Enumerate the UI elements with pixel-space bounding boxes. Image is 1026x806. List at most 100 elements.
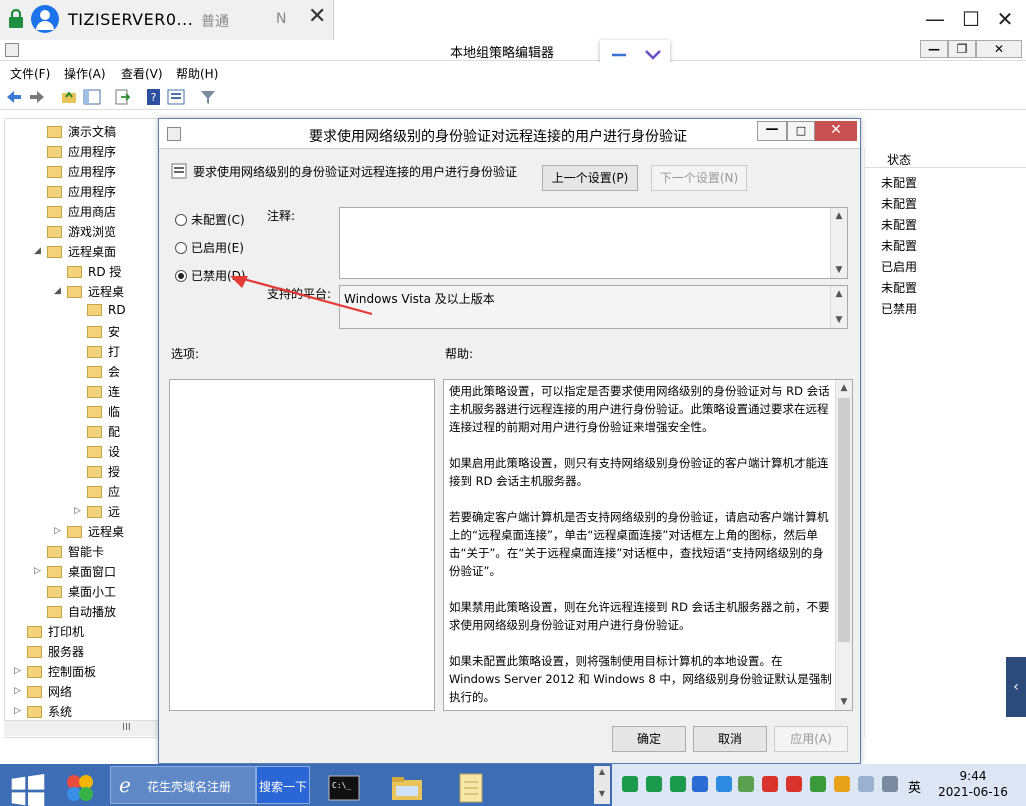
- menu-view[interactable]: 查看(V): [121, 65, 163, 82]
- up-folder-icon[interactable]: [60, 88, 78, 106]
- scroll-up-icon[interactable]: ▲: [831, 208, 847, 224]
- scroll-down-icon[interactable]: ▼: [836, 694, 852, 710]
- collapsed-arrow-icon[interactable]: ▷: [54, 526, 61, 536]
- tree-node[interactable]: ◢ 远程桌面: [34, 243, 116, 263]
- status-cell[interactable]: 已禁用: [881, 300, 917, 317]
- tray-shield-icon[interactable]: [810, 776, 826, 792]
- gpedit-minimize-button[interactable]: —: [920, 40, 948, 58]
- tree-node[interactable]: 临: [87, 403, 120, 423]
- input-language[interactable]: 英: [908, 777, 921, 796]
- radio-not-configured-dot[interactable]: [175, 214, 187, 226]
- help-scroll-thumb[interactable]: [838, 398, 850, 642]
- close-window-button[interactable]: ✕: [990, 6, 1020, 32]
- status-cell[interactable]: 未配置: [881, 279, 917, 296]
- tree-node[interactable]: ▷ 远: [74, 503, 120, 523]
- minimize-window-button[interactable]: —: [920, 6, 950, 32]
- filter-icon[interactable]: [199, 88, 217, 106]
- tree-node[interactable]: 授: [87, 463, 120, 483]
- tree-node[interactable]: 应: [87, 483, 120, 503]
- maximize-window-button[interactable]: ☐: [956, 6, 986, 32]
- forward-arrow-icon[interactable]: [28, 88, 46, 106]
- tree-node[interactable]: ▷ 控制面板: [14, 663, 96, 683]
- scroll-down-icon[interactable]: ▼: [831, 312, 847, 328]
- tree-node[interactable]: 打印机: [27, 623, 84, 643]
- tree-node[interactable]: 应用程序: [47, 143, 116, 163]
- status-cell[interactable]: 未配置: [881, 195, 917, 212]
- tree-node[interactable]: 应用程序: [47, 163, 116, 183]
- tree-node[interactable]: 应用商店: [47, 203, 116, 223]
- status-column-header[interactable]: 状态: [887, 151, 911, 168]
- tray-app-icon[interactable]: [738, 776, 754, 792]
- scroll-up-icon[interactable]: ▲: [831, 286, 847, 302]
- tray-sync-icon[interactable]: [716, 776, 732, 792]
- taskbar-scroll-up-icon[interactable]: ▲: [594, 766, 610, 778]
- collapsed-arrow-icon[interactable]: ▷: [14, 686, 21, 696]
- dialog-close-button[interactable]: ✕: [815, 121, 857, 141]
- tray-security-icon[interactable]: [692, 776, 708, 792]
- terminal-icon[interactable]: C:\_: [328, 770, 360, 806]
- status-cell[interactable]: 未配置: [881, 174, 917, 191]
- collapsed-arrow-icon[interactable]: ▷: [14, 706, 21, 716]
- tray-network-icon-3[interactable]: [670, 776, 686, 792]
- tree-node[interactable]: ▷ 桌面窗口: [34, 563, 116, 583]
- tray-mute-icon[interactable]: [786, 776, 802, 792]
- tree-node[interactable]: 演示文稿: [47, 123, 116, 143]
- collapsed-arrow-icon[interactable]: ▷: [14, 666, 21, 676]
- tray-ime-icon[interactable]: [834, 776, 850, 792]
- tree-node[interactable]: 连: [87, 383, 120, 403]
- status-cell[interactable]: 已启用: [881, 258, 917, 275]
- expanded-arrow-icon[interactable]: ◢: [54, 286, 61, 296]
- radio-not-configured[interactable]: 未配置(C): [175, 211, 245, 228]
- close-tab-icon[interactable]: ✕: [308, 6, 326, 28]
- tree-node[interactable]: 会: [87, 363, 120, 383]
- collapsed-arrow-icon[interactable]: ▷: [74, 506, 81, 516]
- tree-node[interactable]: 设: [87, 443, 120, 463]
- cancel-button[interactable]: 取消: [693, 726, 767, 752]
- back-arrow-icon[interactable]: [5, 88, 23, 106]
- search-taskbar-item[interactable]: 搜索一下: [256, 766, 310, 804]
- radio-disabled-dot[interactable]: [175, 270, 187, 282]
- tray-pinyin-icon[interactable]: [882, 776, 898, 792]
- tree-node[interactable]: 安: [87, 323, 120, 343]
- system-clock[interactable]: 9:44 2021-06-16: [928, 768, 1018, 800]
- tree-horizontal-scrollbar[interactable]: III: [4, 720, 164, 736]
- gpedit-restore-button[interactable]: ❐: [948, 40, 976, 58]
- tree-node[interactable]: 打: [87, 343, 120, 363]
- scroll-down-icon[interactable]: ▼: [831, 262, 847, 278]
- dialog-minimize-button[interactable]: —: [757, 121, 787, 141]
- tree-node[interactable]: ▷ 网络: [14, 683, 72, 703]
- menu-action[interactable]: 操作(A): [64, 65, 106, 82]
- tree-node[interactable]: RD: [87, 303, 126, 323]
- tray-flag-icon[interactable]: [858, 776, 874, 792]
- expanded-arrow-icon[interactable]: ◢: [34, 246, 41, 256]
- tree-node[interactable]: 应用程序: [47, 183, 116, 203]
- taskbar-scroll[interactable]: ▲ ▼: [594, 766, 610, 804]
- tree-node[interactable]: ◢ 远程桌: [54, 283, 124, 303]
- export-list-icon[interactable]: [113, 88, 131, 106]
- previous-setting-button[interactable]: 上一个设置(P): [542, 165, 638, 191]
- start-windows-icon[interactable]: [8, 772, 48, 806]
- tree-node[interactable]: 服务器: [27, 643, 84, 663]
- radio-enabled[interactable]: 已启用(E): [175, 239, 244, 256]
- tree-node[interactable]: RD 授: [67, 263, 121, 283]
- next-setting-button[interactable]: 下一个设置(N): [651, 165, 747, 191]
- tray-network-icon-1[interactable]: [622, 776, 638, 792]
- ie-taskbar-item[interactable]: ℯ 花生壳域名注册: [110, 766, 256, 804]
- side-panel-toggle[interactable]: ‹: [1006, 657, 1026, 717]
- tree-node[interactable]: 桌面小工: [47, 583, 116, 603]
- help-scrollbar[interactable]: ▲ ▼: [835, 380, 852, 710]
- radio-enabled-dot[interactable]: [175, 242, 187, 254]
- qq-browser-icon[interactable]: [62, 769, 98, 806]
- status-cell[interactable]: 未配置: [881, 216, 917, 233]
- scroll-up-icon[interactable]: ▲: [836, 380, 852, 396]
- taskbar-scroll-down-icon[interactable]: ▼: [594, 788, 610, 800]
- tree-node[interactable]: 自动播放: [47, 603, 116, 623]
- comment-textarea[interactable]: ▲ ▼: [339, 207, 848, 279]
- tree-node[interactable]: ▷ 远程桌: [54, 523, 124, 543]
- tray-alert-icon[interactable]: [762, 776, 778, 792]
- tree-node[interactable]: 配: [87, 423, 120, 443]
- menu-file[interactable]: 文件(F): [10, 65, 50, 82]
- remote-session-tab[interactable]: TIZISERVER0... 普通 N ✕: [0, 0, 334, 40]
- dialog-maximize-button[interactable]: □: [787, 121, 815, 141]
- help-icon[interactable]: ?: [145, 88, 163, 106]
